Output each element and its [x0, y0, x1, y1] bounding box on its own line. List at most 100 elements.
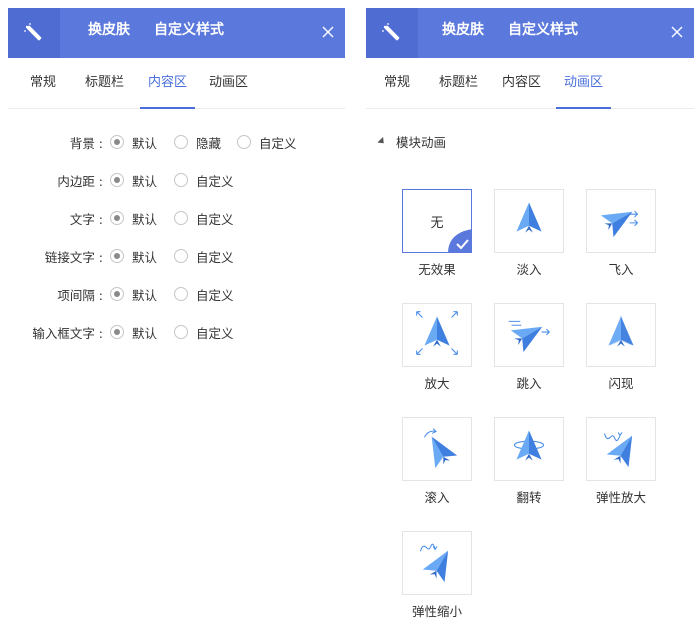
- radio-circle[interactable]: [110, 287, 124, 301]
- close-icon[interactable]: [667, 22, 687, 42]
- animation-option[interactable]: 闪现: [586, 303, 656, 392]
- radio-option[interactable]: 自定义: [237, 133, 297, 152]
- subtab-bar: 常规 标题栏 内容区 动画区: [366, 58, 694, 109]
- section-title-label: 模块动画: [396, 135, 447, 150]
- subtab-animation-area[interactable]: 动画区: [209, 58, 248, 108]
- radio-label: 自定义: [196, 249, 234, 265]
- radio-circle[interactable]: [110, 211, 124, 225]
- tab-custom-style[interactable]: 自定义样式: [154, 8, 224, 58]
- plane-flash-icon: [587, 302, 655, 368]
- subtab-general[interactable]: 常规: [384, 58, 410, 108]
- radio-option[interactable]: 隐藏: [174, 133, 221, 152]
- radio-option[interactable]: 默认: [110, 285, 157, 304]
- radio-circle[interactable]: [174, 173, 188, 187]
- animation-preview-box[interactable]: [402, 303, 472, 367]
- animation-preview-box[interactable]: [586, 303, 656, 367]
- radio-label: 自定义: [196, 325, 234, 341]
- animation-preview-box[interactable]: [402, 531, 472, 595]
- radio-option[interactable]: 自定义: [174, 171, 234, 190]
- animation-option[interactable]: 放大: [402, 303, 472, 392]
- radio-circle[interactable]: [174, 287, 188, 301]
- radio-circle[interactable]: [110, 249, 124, 263]
- subtab-bar: 常规 标题栏 内容区 动画区: [8, 58, 345, 109]
- animation-preview-box[interactable]: [494, 189, 564, 253]
- tab-change-skin[interactable]: 换皮肤: [442, 8, 484, 58]
- animation-preview-box[interactable]: [402, 417, 472, 481]
- radio-option[interactable]: 默认: [110, 247, 157, 266]
- radio-circle[interactable]: [174, 211, 188, 225]
- animation-preview-box[interactable]: [494, 303, 564, 367]
- radio-label: 自定义: [196, 287, 234, 303]
- subtab-titlebar[interactable]: 标题栏: [439, 58, 478, 108]
- magic-wand-icon: [366, 8, 418, 58]
- radio-label: 默认: [132, 249, 158, 265]
- radio-label: 默认: [132, 325, 158, 341]
- plane-elastic-shrink-icon: [403, 530, 471, 596]
- radio-option[interactable]: 自定义: [174, 323, 234, 342]
- radio-circle[interactable]: [237, 135, 251, 149]
- plane-zoom-icon: [403, 302, 471, 368]
- tab-change-skin[interactable]: 换皮肤: [88, 8, 130, 58]
- form-row: 输入框文字 : 默认 自定义: [8, 321, 345, 343]
- radio-circle[interactable]: [110, 173, 124, 187]
- radio-option[interactable]: 自定义: [174, 285, 234, 304]
- radio-circle[interactable]: [174, 249, 188, 263]
- form-row-label: 项间隔 :: [57, 287, 103, 303]
- animation-option[interactable]: 弹性缩小: [402, 531, 472, 620]
- radio-label: 自定义: [259, 135, 297, 151]
- radio-label: 默认: [132, 211, 158, 227]
- radio-circle[interactable]: [110, 325, 124, 339]
- form-row-label: 输入框文字 :: [32, 325, 103, 341]
- radio-label: 自定义: [196, 211, 234, 227]
- radio-option[interactable]: 默认: [110, 323, 157, 342]
- animation-option[interactable]: 无无效果: [402, 189, 472, 278]
- panel-header: 换皮肤 自定义样式: [8, 8, 345, 58]
- animation-option[interactable]: 跳入: [494, 303, 564, 392]
- animation-name: 弹性缩小: [411, 604, 462, 619]
- radio-option[interactable]: 自定义: [174, 247, 234, 266]
- plane-jump-icon: [495, 302, 563, 368]
- subtab-titlebar[interactable]: 标题栏: [85, 58, 124, 108]
- close-icon[interactable]: [318, 22, 338, 42]
- animation-option[interactable]: 翻转: [494, 417, 564, 506]
- radio-circle[interactable]: [174, 135, 188, 149]
- plane-elastic-zoom-icon: [587, 416, 655, 482]
- form-row: 文字 : 默认 自定义: [8, 207, 345, 229]
- form-row-label: 背景 :: [69, 135, 103, 151]
- animation-preview-box[interactable]: [586, 189, 656, 253]
- form-row: 背景 : 默认 隐藏 自定义: [8, 131, 345, 153]
- radio-circle[interactable]: [174, 325, 188, 339]
- content-style-panel: 换皮肤 自定义样式 常规 标题栏 内容区 动画区 背景 : 默认 隐藏 自定义 内边距 …: [8, 8, 345, 618]
- animation-panel: 换皮肤 自定义样式 常规 标题栏 内容区 动画区 模块动画 无无效果 淡入飞入放大…: [366, 8, 694, 621]
- animation-name: 翻转: [516, 490, 542, 505]
- animation-preview-box[interactable]: [586, 417, 656, 481]
- radio-option[interactable]: 默认: [110, 209, 157, 228]
- form-row: 项间隔 : 默认 自定义: [8, 283, 345, 305]
- animation-name: 闪现: [608, 376, 634, 391]
- animation-option[interactable]: 滚入: [402, 417, 472, 506]
- tab-custom-style[interactable]: 自定义样式: [508, 8, 578, 58]
- subtab-content-area[interactable]: 内容区: [139, 58, 196, 109]
- magic-wand-icon: [8, 8, 60, 58]
- selected-check-icon: [448, 229, 472, 253]
- animation-preview-box[interactable]: 无: [402, 189, 472, 253]
- animation-name: 飞入: [608, 262, 634, 277]
- radio-option[interactable]: 默认: [110, 133, 157, 152]
- animation-option[interactable]: 淡入: [494, 189, 564, 278]
- animation-name: 跳入: [516, 376, 542, 391]
- radio-circle[interactable]: [110, 135, 124, 149]
- animation-name: 弹性放大: [595, 490, 646, 505]
- form-row: 内边距 : 默认 自定义: [8, 169, 345, 191]
- animation-preview-box[interactable]: [494, 417, 564, 481]
- plane-fly-in-icon: [587, 188, 655, 254]
- radio-option[interactable]: 默认: [110, 171, 157, 190]
- animation-option[interactable]: 弹性放大: [586, 417, 656, 506]
- subtab-content-area[interactable]: 内容区: [502, 58, 541, 108]
- subtab-general[interactable]: 常规: [30, 58, 56, 108]
- radio-option[interactable]: 自定义: [174, 209, 234, 228]
- subtab-animation-area[interactable]: 动画区: [555, 58, 612, 109]
- animation-option[interactable]: 飞入: [586, 189, 656, 278]
- section-title-module-animation[interactable]: 模块动画: [377, 132, 447, 151]
- form-row-label: 内边距 :: [57, 173, 103, 189]
- radio-label: 自定义: [196, 173, 234, 189]
